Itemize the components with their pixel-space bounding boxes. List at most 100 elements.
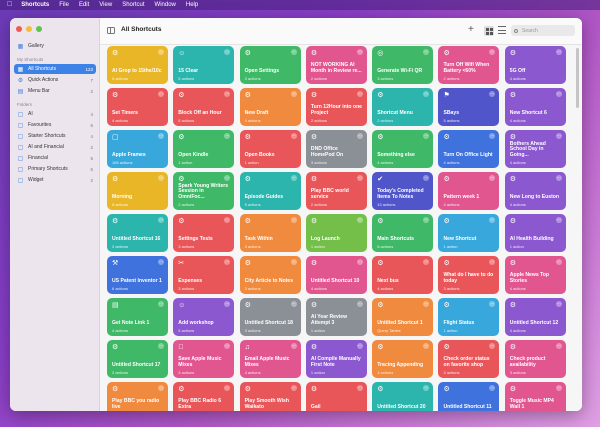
more-icon[interactable]: ⋯	[158, 91, 164, 97]
sidebar-item-quick-actions[interactable]: ⚙ Quick Actions 7	[14, 75, 96, 85]
more-icon[interactable]: ⋯	[158, 49, 164, 55]
shortcut-tile[interactable]: ⚙ ⋯ AI Grop to 15the/10c 5 actions	[107, 46, 168, 84]
shortcut-tile[interactable]: ⚙ ⋯ Untitled Shortcut 10 4 actions	[305, 256, 367, 294]
shortcut-tile[interactable]: ⚙ ⋯ New Shortcut 64 actions	[504, 88, 566, 126]
more-icon[interactable]: ⋯	[290, 133, 297, 139]
shortcut-tile[interactable]: ◎ ⋯ Generate Wi-Fi QR 3 actions	[372, 46, 434, 84]
more-icon[interactable]: ⋯	[423, 301, 430, 307]
more-icon[interactable]: ⋯	[290, 91, 297, 97]
more-icon[interactable]: ⋯	[290, 259, 297, 265]
sidebar-folder-widget[interactable]: ▢ Widget 2	[14, 175, 96, 185]
more-icon[interactable]: ⋯	[489, 259, 496, 265]
menu-app-name[interactable]: Shortcuts	[21, 0, 49, 10]
shortcut-tile[interactable]: ⚙⋯Gail4 actions	[305, 382, 367, 411]
shortcut-tile[interactable]: ⋯ Save Apple Music Mixes3 actions	[173, 340, 235, 378]
more-icon[interactable]: ⋯	[290, 343, 297, 349]
shortcut-tile[interactable]: ⚙ ⋯ Flight Status 1 action	[438, 298, 500, 336]
sidebar-folder-favourites[interactable]: ▢ Favourites 6	[14, 120, 96, 130]
more-icon[interactable]: ⋯	[555, 91, 562, 97]
more-icon[interactable]: ⋯	[555, 49, 562, 55]
shortcut-tile[interactable]: ⚙ ⋯ Untitled Shortcut 12 4 actions	[504, 298, 566, 336]
more-icon[interactable]: ⋯	[423, 91, 430, 97]
menu-view[interactable]: View	[99, 0, 112, 10]
shortcut-tile[interactable]: ⚙ ⋯ Open Books 1 action	[239, 130, 301, 168]
shortcut-tile[interactable]: ⚙ ⋯ Next bus 4 actions	[372, 256, 434, 294]
shortcut-tile[interactable]: ⚙ ⋯ DND Office HomePod On 3 actions	[305, 130, 367, 168]
more-icon[interactable]: ⋯	[423, 49, 430, 55]
more-icon[interactable]: ⋯	[290, 49, 297, 55]
shortcut-tile[interactable]: ✂ ⋯ Expenses 3 actions	[173, 256, 235, 294]
menu-edit[interactable]: Edit	[79, 0, 89, 10]
more-icon[interactable]: ⋯	[356, 301, 363, 307]
shortcut-tile[interactable]: ⚙ ⋯ AI Health Building 1 action	[504, 214, 566, 252]
sidebar-folder-starter-shortcuts[interactable]: ▢ Starter Shortcuts 4	[14, 131, 96, 141]
more-icon[interactable]: ⋯	[423, 343, 430, 349]
more-icon[interactable]: ⋯	[356, 259, 363, 265]
more-icon[interactable]: ⋯	[224, 343, 231, 349]
sidebar-folder-ai[interactable]: ▢ AI 4	[14, 109, 96, 119]
shortcut-tile[interactable]: ♫ ⋯ Email Apple Music Mixes 4 actions	[239, 340, 301, 378]
more-icon[interactable]: ⋯	[489, 133, 496, 139]
more-icon[interactable]: ⋯	[158, 301, 164, 307]
more-icon[interactable]: ⋯	[423, 259, 430, 265]
more-icon[interactable]: ⋯	[158, 133, 164, 139]
shortcut-tile[interactable]: ⚙ ⋯ Set Timers 4 actions	[107, 88, 168, 126]
shortcut-tile[interactable]: ⚙ ⋯ Open Kindle 1 action	[173, 130, 235, 168]
shortcut-tile[interactable]: ⚒ ⋯ US Patent Inventor 16 actions	[107, 256, 168, 294]
shortcut-tile[interactable]: ⚙ ⋯ Task Within 3 actions	[239, 214, 301, 252]
more-icon[interactable]: ⋯	[224, 217, 231, 223]
more-icon[interactable]: ⋯	[158, 175, 164, 181]
grid-view-button[interactable]	[484, 26, 494, 36]
list-view-button[interactable]	[498, 26, 506, 34]
more-icon[interactable]: ⋯	[224, 259, 231, 265]
more-icon[interactable]: ⋯	[555, 259, 562, 265]
more-icon[interactable]: ⋯	[555, 175, 562, 181]
shortcut-tile[interactable]: ⚙ ⋯ Something else 4 actions	[372, 130, 434, 168]
shortcut-tile[interactable]: ⚙ ⋯ Shortcut Menu 2 actions	[372, 88, 434, 126]
more-icon[interactable]: ⋯	[423, 133, 430, 139]
more-icon[interactable]: ⋯	[356, 49, 363, 55]
add-shortcut-button[interactable]: +	[468, 24, 474, 35]
more-icon[interactable]: ⋯	[224, 91, 231, 97]
shortcut-tile[interactable]: ⚙⋯Untitled Shortcut 203 actions	[372, 382, 434, 411]
more-icon[interactable]: ⋯	[489, 91, 496, 97]
shortcut-tile[interactable]: ⚙ ⋯ New Long to Euston 4 actions	[504, 172, 566, 210]
more-icon[interactable]: ⋯	[158, 385, 164, 391]
more-icon[interactable]: ⋯	[489, 49, 496, 55]
more-icon[interactable]: ⋯	[489, 301, 496, 307]
shortcut-tile[interactable]: ⚙ ⋯ Block Off an Hour 5 actions	[173, 88, 235, 126]
shortcut-tile[interactable]: ⚙ ⋯ Turn On Office Light 4 actions	[438, 130, 500, 168]
more-icon[interactable]: ⋯	[555, 133, 562, 139]
shortcut-tile[interactable]: ⚙ ⋯ NOT WORKING AI Month in Review re... 2 …	[305, 46, 367, 84]
sidebar-folder-ai-and-financial[interactable]: ▢ AI and Financial 2	[14, 142, 96, 152]
shortcut-tile[interactable]: ⚙ ⋯ Bothers Ahead School Day in Going... 4 …	[504, 130, 566, 168]
sidebar-item-all-shortcuts[interactable]: ▦ All Shortcuts 123	[14, 64, 96, 74]
shortcut-tile[interactable]: ⚙ ⋯ What do I have to do today 3 actions	[438, 256, 500, 294]
shortcut-tile[interactable]: ⚙ ⋯ Check product availability 3 actions	[504, 340, 566, 378]
more-icon[interactable]: ⋯	[489, 175, 496, 181]
more-icon[interactable]: ⋯	[489, 385, 496, 391]
close-button[interactable]	[16, 26, 22, 32]
shortcut-tile[interactable]: ⚙ ⋯ Log Launch 1 action	[305, 214, 367, 252]
more-icon[interactable]: ⋯	[290, 175, 297, 181]
more-icon[interactable]: ⋯	[489, 217, 496, 223]
menu-window[interactable]: Window	[155, 0, 176, 10]
shortcut-tile[interactable]: ⚑ ⋯ SBays 5 actions	[438, 88, 500, 126]
more-icon[interactable]: ⋯	[555, 217, 562, 223]
shortcut-tile[interactable]: ⚙⋯Untitled Shortcut 11Media Tool	[438, 382, 500, 411]
menu-file[interactable]: File	[59, 0, 69, 10]
shortcut-tile[interactable]: ⚙⋯Toggle Music MP4 Wall 14 actions	[504, 382, 566, 411]
shortcut-tile[interactable]: ⚙ ⋯ Open Settings 3 actions	[239, 46, 301, 84]
scrollbar[interactable]	[576, 48, 579, 108]
more-icon[interactable]: ⋯	[356, 217, 363, 223]
shortcut-tile[interactable]: ⚙ ⋯ Untitled Shortcut 1 Query Tables	[372, 298, 434, 336]
shortcut-tile[interactable]: ⚙ ⋯ City Article to Notes 3 actions	[239, 256, 301, 294]
shortcut-tile[interactable]: ⚙ ⋯ AI Year Review Attempt 31 action	[305, 298, 367, 336]
shortcut-tile[interactable]: ⚙⋯Play BBC you radio livePlay BBC Sound …	[107, 382, 168, 411]
more-icon[interactable]: ⋯	[224, 301, 231, 307]
shortcut-tile[interactable]: ▢ ⋯ Apple Frames 165 actions	[107, 130, 168, 168]
shortcut-tile[interactable]: ⚙ ⋯ Apple News Top Stories 4 actions	[504, 256, 566, 294]
shortcut-tile[interactable]: ⚙ ⋯ Untitled Shortcut 17 3 actions	[107, 340, 168, 378]
shortcut-tile[interactable]: ⚙ ⋯ New Shortcut 1 action	[438, 214, 500, 252]
shortcut-tile[interactable]: ⚙ ⋯ Play BBC world service 2 actions	[305, 172, 367, 210]
